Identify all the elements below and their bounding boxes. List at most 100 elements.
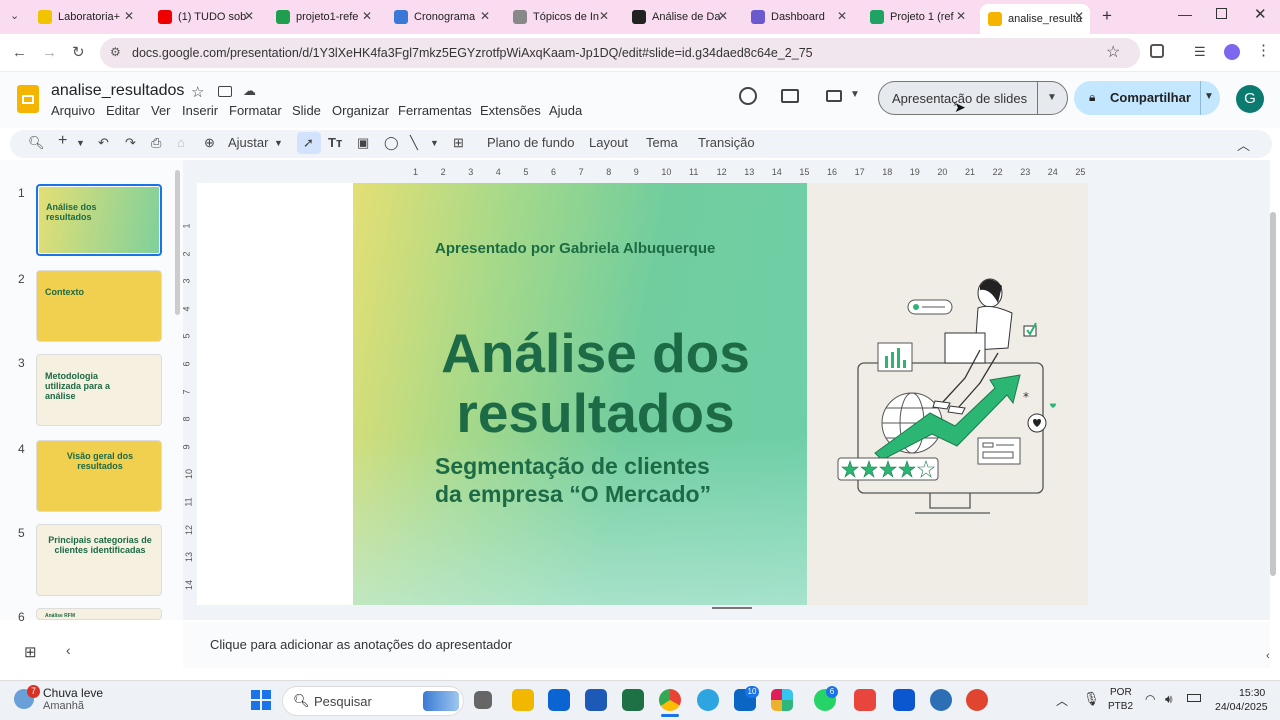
zoom-icon[interactable]: ⊕ [204, 135, 215, 151]
undo-icon[interactable]: ↶ [98, 135, 109, 151]
language-code[interactable]: POR [1110, 687, 1132, 698]
background-button[interactable]: Plano de fundo [487, 135, 574, 150]
share-dropdown-icon[interactable]: ▼ [1204, 91, 1214, 102]
menu-item[interactable]: Ferramentas [398, 103, 472, 118]
meet-chevron-icon[interactable]: ▼ [850, 89, 860, 100]
print-icon[interactable]: ⎙ [151, 135, 161, 151]
tab-close-icon[interactable]: ✕ [718, 9, 728, 23]
tray-chevron-icon[interactable]: ︿ [1056, 692, 1068, 709]
comment-add-icon[interactable]: ⊞ [453, 135, 464, 151]
line-icon[interactable]: ╲ [410, 135, 418, 151]
slide-thumbnail[interactable]: Visão geral dos resultados [36, 440, 162, 512]
reload-icon[interactable]: ↻ [72, 43, 85, 61]
share-button[interactable]: 🔒︎ Compartilhar ▼ [1074, 81, 1220, 115]
browser-menu-icon[interactable]: ⋮ [1256, 41, 1271, 59]
slide-thumbnail[interactable]: Análise RFM [36, 608, 162, 620]
browser-tab[interactable]: Dashboard ✕ [743, 4, 853, 30]
site-settings-icon[interactable]: ⚙ [110, 45, 121, 59]
close-window-icon[interactable]: ✕ [1254, 5, 1267, 23]
menu-item[interactable]: Organizar [332, 103, 389, 118]
browser-tab[interactable]: projeto1-refe ✕ [268, 4, 378, 30]
slide-subtitle[interactable]: Segmentação de clientes da empresa “O Me… [435, 452, 711, 508]
chrome-icon[interactable] [659, 689, 681, 711]
outlook-icon[interactable] [548, 689, 570, 711]
tab-close-icon[interactable]: ✕ [599, 9, 609, 23]
slide-presenter[interactable]: Apresentado por Gabriela Albuquerque [435, 240, 715, 257]
microphone-icon[interactable]: 🎙︎ [1083, 691, 1100, 707]
notes-resize-handle[interactable] [712, 607, 752, 609]
bookmark-star-icon[interactable]: ☆ [1106, 42, 1120, 62]
menu-item[interactable]: Ver [151, 103, 171, 118]
weather-title[interactable]: Chuva leve [43, 686, 103, 700]
new-slide-icon[interactable]: + [58, 132, 67, 150]
telegram-icon[interactable] [697, 689, 719, 711]
shape-icon[interactable]: ◯ [384, 135, 399, 151]
comments-icon[interactable] [781, 89, 799, 103]
layout-button[interactable]: Layout [589, 135, 628, 150]
current-slide[interactable]: Apresentado por Gabriela Albuquerque Aná… [353, 183, 1088, 605]
slide-thumbnail[interactable]: Metodologia utilizada para a análise [36, 354, 162, 426]
slide-title[interactable]: Análise dos resultados [353, 323, 838, 443]
task-view-icon[interactable] [474, 691, 492, 709]
reading-list-icon[interactable]: ☰ [1194, 44, 1206, 60]
app-icon-1[interactable] [854, 689, 876, 711]
new-slide-dropdown-icon[interactable]: ▼ [76, 138, 85, 148]
volume-icon[interactable]: 🔊︎ [1165, 692, 1173, 707]
battery-icon[interactable] [1187, 694, 1201, 702]
search-menus-icon[interactable]: 🔍︎ [28, 135, 45, 151]
version-history-icon[interactable] [739, 87, 757, 105]
insert-image-icon[interactable]: ▣ [357, 135, 369, 151]
browser-tab[interactable]: (1) TUDO sob ✕ [150, 4, 260, 30]
slack-icon[interactable] [771, 689, 793, 711]
word-icon[interactable] [585, 689, 607, 711]
canvas-scrollbar[interactable] [1270, 212, 1276, 576]
paint-format-icon[interactable]: ⌂ [177, 135, 185, 150]
tab-close-icon[interactable]: ✕ [124, 9, 134, 23]
cloud-status-icon[interactable]: ☁ [243, 83, 256, 99]
start-icon[interactable] [251, 690, 271, 710]
menu-item[interactable]: Slide [292, 103, 321, 118]
forward-icon[interactable]: → [42, 44, 57, 61]
file-explorer-icon[interactable] [512, 689, 534, 711]
slideshow-dropdown-icon[interactable]: ▼ [1047, 92, 1057, 103]
account-avatar[interactable]: G [1236, 85, 1264, 113]
browser-tab[interactable]: Cronograma ✕ [386, 4, 496, 30]
menu-item[interactable]: Arquivo [51, 103, 95, 118]
redo-icon[interactable]: ↷ [125, 135, 136, 151]
speaker-notes[interactable]: Clique para adicionar as anotações do ap… [183, 622, 1270, 668]
tab-close-icon[interactable]: ✕ [480, 9, 490, 23]
menu-item[interactable]: Ajuda [549, 103, 582, 118]
slideshow-button[interactable]: Apresentação de slides ▼ [878, 81, 1068, 115]
slide-thumbnail[interactable]: Contexto [36, 270, 162, 342]
line-dropdown-icon[interactable]: ▼ [430, 138, 439, 148]
slide-thumbnail[interactable]: Análise dos resultados [36, 184, 162, 256]
document-title[interactable]: analise_resultados [51, 82, 184, 100]
text-box-icon[interactable]: Tт [328, 135, 342, 150]
app-icon-2[interactable] [893, 689, 915, 711]
browser-tab[interactable]: analise_resulta ✕ [980, 4, 1090, 34]
menu-item[interactable]: Formatar [229, 103, 282, 118]
menu-item[interactable]: Editar [106, 103, 140, 118]
zoom-dropdown-icon[interactable]: ▼ [274, 138, 283, 148]
menu-item[interactable]: Inserir [182, 103, 218, 118]
collapse-toolbar-icon[interactable]: ︿ [1237, 135, 1250, 154]
growth-chart-illustration[interactable]: * [830, 268, 1060, 523]
browser-tab[interactable]: Laboratoria+ ✕ [30, 4, 140, 30]
slide-thumbnail[interactable]: Principais categorias de clientes identi… [36, 524, 162, 596]
tab-close-icon[interactable]: ✕ [837, 9, 847, 23]
app-icon-3[interactable] [930, 689, 952, 711]
tab-close-icon[interactable]: ✕ [362, 9, 372, 23]
minimize-icon[interactable]: — [1178, 6, 1192, 22]
collapse-filmstrip-icon[interactable]: ‹ [66, 642, 71, 658]
url-input[interactable]: ⚙ docs.google.com/presentation/d/1Y3lXeH… [100, 38, 1140, 68]
zoom-fit-label[interactable]: Ajustar [228, 135, 268, 150]
back-icon[interactable]: ← [12, 44, 27, 61]
star-icon[interactable]: ☆ [191, 83, 204, 101]
maximize-icon[interactable] [1216, 8, 1227, 19]
tab-close-icon[interactable]: ✕ [1074, 9, 1084, 23]
browser-tab[interactable]: Projeto 1 (ref ✕ [862, 4, 972, 30]
tab-close-icon[interactable]: ✕ [956, 9, 966, 23]
grid-view-icon[interactable]: ⊞ [24, 643, 37, 661]
extensions-icon[interactable] [1150, 44, 1164, 58]
menu-item[interactable]: Extensões [480, 103, 541, 118]
